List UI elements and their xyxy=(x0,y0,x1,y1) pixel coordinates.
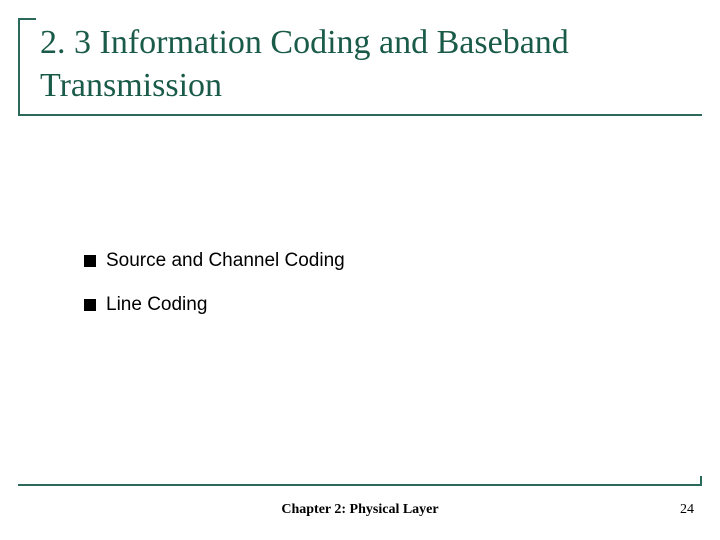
title-rule-top xyxy=(18,18,36,20)
page-number: 24 xyxy=(680,502,694,518)
bullet-icon xyxy=(84,299,96,311)
footer-rule-accent xyxy=(700,476,702,486)
bullet-text: Line Coding xyxy=(106,294,644,316)
slide-title: 2. 3 Information Coding and Baseband Tra… xyxy=(40,22,660,107)
footer-rule xyxy=(18,484,702,486)
list-item: Source and Channel Coding xyxy=(84,250,644,272)
list-item: Line Coding xyxy=(84,294,644,316)
bullet-icon xyxy=(84,255,96,267)
footer-text: Chapter 2: Physical Layer xyxy=(0,502,720,518)
slide: 2. 3 Information Coding and Baseband Tra… xyxy=(0,0,720,540)
slide-body: Source and Channel Coding Line Coding xyxy=(84,250,644,338)
title-underline xyxy=(18,114,702,116)
title-rule-left xyxy=(18,18,20,114)
bullet-text: Source and Channel Coding xyxy=(106,250,644,272)
